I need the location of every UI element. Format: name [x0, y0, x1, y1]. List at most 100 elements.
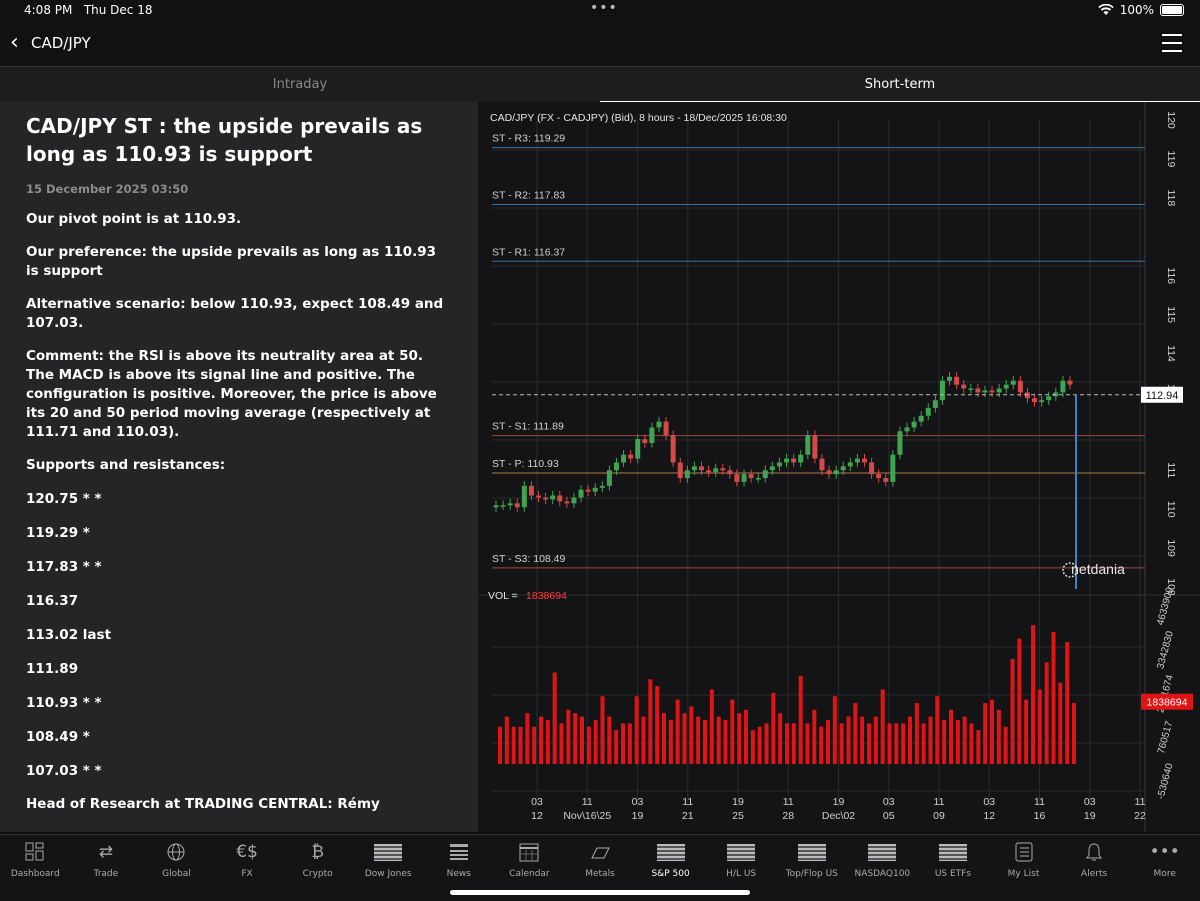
candle-body: [812, 435, 818, 459]
x-tick-label: 11: [1135, 796, 1146, 808]
volume-bar: [573, 713, 578, 765]
level-label: ST - S3: 108.49: [492, 553, 566, 565]
toolbar-item-s-p-500[interactable]: S&P 500: [637, 839, 705, 879]
volume-bar: [545, 719, 550, 765]
candle-body: [514, 503, 520, 508]
volume-bar: [867, 723, 871, 765]
candle-body: [854, 458, 860, 463]
price-tick-label: 111: [1165, 462, 1177, 478]
x-tick-label: 03: [1084, 796, 1096, 808]
toolbar-item-us-etfs[interactable]: US ETFs: [919, 839, 987, 879]
candle-body: [748, 474, 754, 479]
candle-body: [670, 435, 676, 463]
tab-short-term[interactable]: Short-term: [600, 67, 1200, 103]
status-time: 4:08 PM Thu Dec 18: [24, 3, 153, 17]
toolbar-item-news[interactable]: News: [425, 839, 493, 879]
level-label: ST - P: 110.93: [492, 458, 559, 470]
volume-bar: [600, 696, 605, 765]
x-tick-label: Dec\02: [822, 810, 855, 822]
home-indicator[interactable]: [450, 890, 750, 895]
tab-intraday[interactable]: Intraday: [0, 67, 600, 103]
x-tick-label: 19: [732, 796, 744, 808]
toolbar-item-top-flop-us[interactable]: Top/Flop US: [778, 839, 846, 879]
volume-bar: [607, 716, 612, 765]
candle-body: [784, 458, 790, 463]
fx-icon: €$: [236, 842, 258, 862]
volume-bar: [566, 709, 571, 765]
candle-body: [798, 454, 804, 463]
status-right: 100%: [1097, 3, 1184, 17]
volume-bar: [498, 726, 502, 765]
list-icon: [990, 839, 1058, 865]
gold-bar-icon: [566, 839, 634, 865]
candle-body: [769, 466, 775, 471]
candle-body: [599, 485, 605, 488]
battery-icon: [1160, 4, 1184, 16]
toolbar-item-fx[interactable]: €$ FX: [213, 839, 281, 879]
candle-body: [550, 495, 556, 500]
toolbar-item-global[interactable]: Global: [142, 839, 210, 879]
volume-bar: [1024, 699, 1029, 765]
toolbar-item-label: US ETFs: [934, 869, 972, 879]
volume-bar: [1072, 703, 1076, 765]
price-tick-label: 120: [1165, 111, 1177, 129]
toolbar-item-alerts[interactable]: Alerts: [1060, 839, 1128, 879]
toolbar-item-calendar[interactable]: Calendar: [495, 839, 563, 879]
volume-bar: [873, 716, 878, 765]
level-item: 107.03 * *: [26, 763, 102, 779]
level-item: 120.75 * *: [26, 491, 102, 507]
toolbar-item-dow-jones[interactable]: Dow Jones: [354, 839, 422, 879]
candle-body: [621, 454, 627, 463]
candle-body: [755, 478, 761, 480]
chart-panel[interactable]: CAD/JPY (FX - CADJPY) (Bid), 8 hours - 1…: [478, 102, 1200, 832]
price-chart[interactable]: CAD/JPY (FX - CADJPY) (Bid), 8 hours - 1…: [478, 102, 1200, 832]
us-flag-icon: [919, 839, 987, 865]
volume-bar: [668, 719, 673, 765]
candle-body: [528, 485, 534, 496]
toolbar-item-nasdaq100[interactable]: NASDAQ100: [848, 839, 916, 879]
toolbar-item-dashboard[interactable]: Dashboard: [1, 839, 69, 879]
volume-bar: [586, 726, 591, 765]
volume-bar: [778, 713, 783, 765]
preference-text: Our preference: the upside prevails as l…: [26, 244, 437, 279]
candle-body: [564, 501, 570, 504]
trade-icon: ⇄: [98, 842, 113, 862]
volume-tick-label: 760517: [1156, 720, 1175, 756]
toolbar-item-my-list[interactable]: My List: [990, 839, 1058, 879]
us-flag-icon: [707, 839, 775, 865]
toolbar-item-crypto[interactable]: ₿ Crypto: [284, 839, 352, 879]
x-tick-label: 19: [833, 796, 845, 808]
volume-bar: [696, 716, 701, 765]
x-tick-label: 25: [732, 810, 744, 822]
toolbar-item-metals[interactable]: Metals: [566, 839, 634, 879]
toolbar-item-h-l-us[interactable]: H/L US: [707, 839, 775, 879]
candle-body: [897, 431, 903, 455]
volume-bar: [962, 716, 967, 765]
toolbar-item-trade[interactable]: ⇄ Trade: [72, 839, 140, 879]
candle-body: [521, 485, 527, 508]
candle-body: [507, 503, 513, 506]
menu-icon[interactable]: [1162, 34, 1182, 58]
article-title: CAD/JPY ST : the upside prevails as long…: [26, 114, 423, 166]
volume-bar: [682, 713, 687, 765]
status-bar: 4:08 PM Thu Dec 18 ••• 100%: [0, 0, 1200, 22]
candle-body: [819, 458, 825, 471]
candle-body: [699, 466, 705, 471]
x-tick-label: 12: [983, 810, 995, 822]
multitask-dots[interactable]: •••: [590, 0, 618, 16]
price-tick-label: 109: [1165, 539, 1177, 557]
volume-bar: [559, 723, 564, 765]
volume-bar: [791, 723, 796, 765]
nav-title[interactable]: CAD/JPY: [31, 34, 91, 52]
candle-body: [557, 495, 563, 502]
level-item: 116.37: [26, 593, 79, 609]
volume-last-badge-label: 1838694: [1147, 697, 1188, 709]
pivot-text: Our pivot point is at 110.93.: [26, 211, 242, 227]
back-chevron-icon[interactable]: ‹: [10, 30, 19, 55]
toolbar-item-more[interactable]: ••• More: [1131, 839, 1199, 879]
candle-body: [989, 390, 995, 393]
x-tick-label: 09: [933, 810, 945, 822]
price-tick-label: 116: [1165, 267, 1177, 284]
candle-body: [847, 462, 853, 467]
candle-body: [1003, 384, 1009, 389]
